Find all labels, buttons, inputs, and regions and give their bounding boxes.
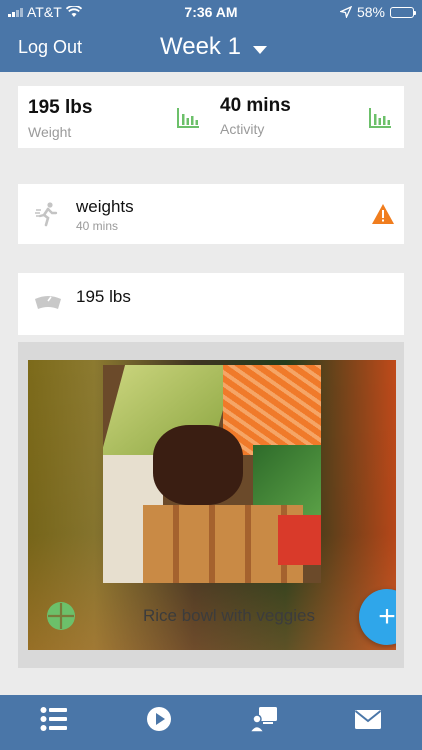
status-right: 58% xyxy=(339,4,416,20)
list-icon[interactable] xyxy=(40,705,68,733)
logout-button[interactable]: Log Out xyxy=(18,37,82,58)
week-title: Week 1 xyxy=(160,33,241,60)
play-icon[interactable] xyxy=(145,705,173,733)
warning-icon[interactable] xyxy=(371,203,395,225)
meal-photo[interactable] xyxy=(103,365,321,583)
meal-name: Rice bowl with veggies xyxy=(143,606,315,625)
coach-icon[interactable] xyxy=(250,705,278,733)
activity-entry[interactable]: weights 40 mins xyxy=(18,184,404,244)
activity-duration: 40 mins xyxy=(76,219,119,233)
weight-value: 195 lbs xyxy=(28,97,93,118)
week-selector[interactable]: Week 1 xyxy=(160,33,267,61)
meal-card[interactable]: Rice bowl with veggies + xyxy=(18,342,404,668)
activity-chart-icon[interactable] xyxy=(368,106,392,130)
battery-icon xyxy=(390,6,416,18)
scale-icon xyxy=(35,296,61,309)
running-person-icon xyxy=(35,202,58,227)
activity-value: 40 mins xyxy=(220,95,291,116)
status-bar: AT&T 7:36 AM 58% xyxy=(0,0,422,24)
chevron-down-icon xyxy=(252,46,267,54)
mail-icon[interactable] xyxy=(354,705,382,733)
bottom-tab-bar xyxy=(0,695,422,750)
location-arrow-icon xyxy=(339,6,352,18)
plate-icon xyxy=(47,602,75,630)
activity-label: Activity xyxy=(220,121,265,137)
stats-card: 195 lbs Weight 40 mins Activity xyxy=(18,86,404,148)
weight-entry[interactable]: 195 lbs xyxy=(18,273,404,335)
bar-chart-icon[interactable] xyxy=(176,106,200,130)
battery-percent: 58% xyxy=(356,4,385,20)
activity-title: weights xyxy=(76,197,134,216)
app-header: AT&T 7:36 AM 58% Log Out Week 1 xyxy=(0,0,422,72)
weight-label: Weight xyxy=(28,124,72,140)
weight-entry-value: 195 lbs xyxy=(76,287,131,306)
meal-photo-background: Rice bowl with veggies + xyxy=(28,360,396,650)
